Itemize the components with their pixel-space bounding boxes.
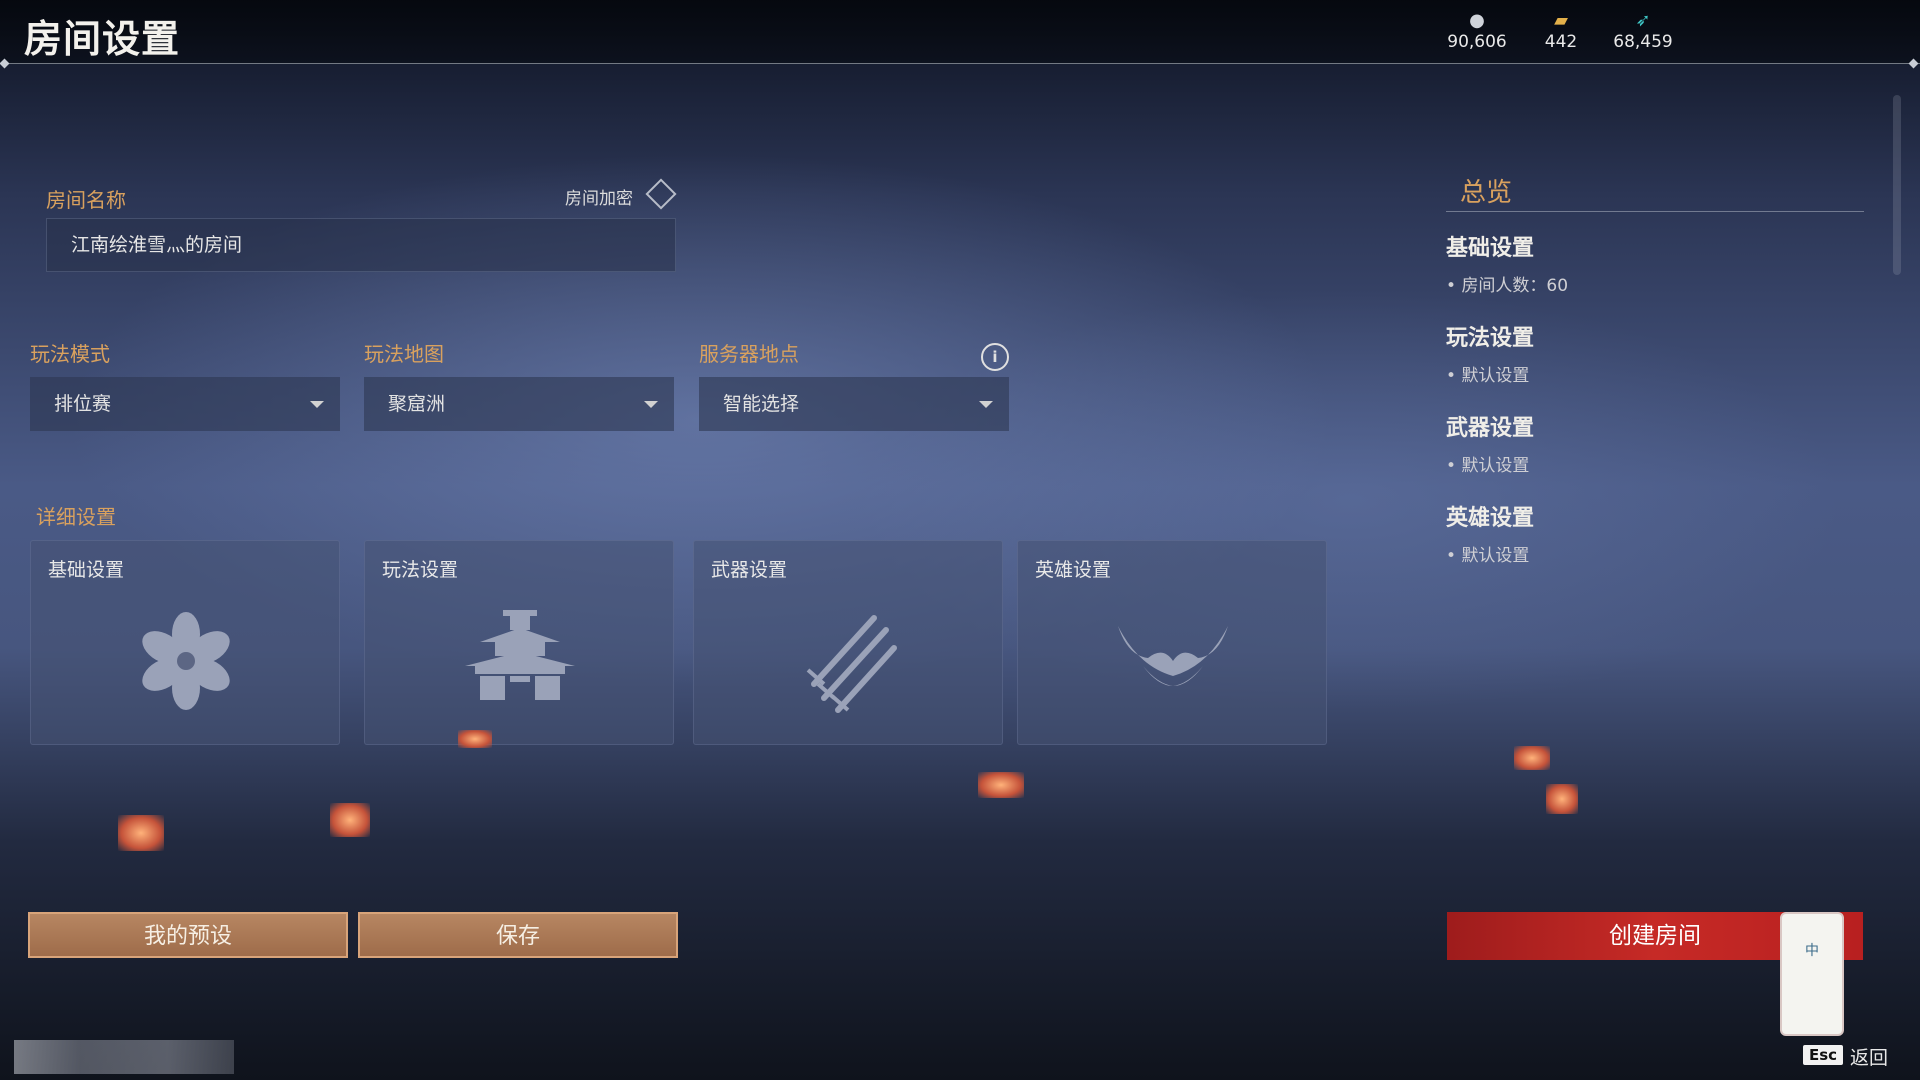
overview-detail-text: 默认设置 (1461, 366, 1530, 386)
currency-coins: ● 90,606 (1432, 10, 1522, 52)
lantern-light (1514, 746, 1550, 770)
lantern-light (978, 772, 1024, 798)
overview-detail-text: 房间人数：60 (1461, 276, 1569, 296)
my-presets-button[interactable]: 我的预设 (28, 912, 348, 958)
esc-key-hint: Esc (1803, 1045, 1844, 1065)
chevron-down-icon (310, 401, 324, 408)
chevron-down-icon (644, 401, 658, 408)
map-dropdown[interactable]: 聚窟洲 (364, 377, 674, 431)
room-encrypt-toggle[interactable] (645, 178, 677, 210)
mode-dropdown[interactable]: 排位赛 (30, 377, 340, 431)
pagoda-icon (465, 610, 575, 700)
overview-gameplay-heading: 玩法设置 (1446, 326, 1535, 351)
room-name-label: 房间名称 (46, 188, 126, 212)
lantern-light (330, 803, 370, 837)
overview-divider (1446, 211, 1864, 212)
currency-value: 68,459 (1613, 32, 1673, 52)
server-dropdown[interactable]: 智能选择 (699, 377, 1009, 431)
map-value: 聚窟洲 (388, 393, 446, 415)
back-button[interactable]: 返回 (1850, 1043, 1888, 1070)
coin-icon: ● (1469, 10, 1485, 31)
overview-weapon-heading: 武器设置 (1446, 416, 1535, 441)
mask-icon (1118, 626, 1228, 686)
currency-tickets: ▰ 442 (1516, 10, 1606, 52)
overview-title: 总览 (1460, 178, 1513, 208)
mascot-charm: 中 (1780, 912, 1844, 1036)
card-title: 武器设置 (711, 559, 788, 581)
card-hero-settings[interactable]: 英雄设置 (1017, 540, 1327, 745)
server-value: 智能选择 (723, 393, 800, 415)
detail-settings-label: 详细设置 (36, 505, 116, 529)
card-title: 英雄设置 (1035, 559, 1112, 581)
chevron-down-icon (979, 401, 993, 408)
overview-basic-heading: 基础设置 (1446, 236, 1535, 261)
map-label: 玩法地图 (364, 342, 444, 366)
overview-hero-heading: 英雄设置 (1446, 506, 1535, 531)
overview-basic-detail: • 房间人数：60 (1446, 276, 1569, 296)
lantern-light (1546, 784, 1578, 814)
top-divider (0, 63, 1920, 64)
scrollbar[interactable] (1893, 95, 1901, 275)
room-encrypt-label: 房间加密 (565, 189, 633, 209)
card-gameplay-settings[interactable]: 玩法设置 (364, 540, 674, 745)
overview-weapon-detail: • 默认设置 (1446, 456, 1530, 476)
card-title: 基础设置 (48, 559, 125, 581)
mode-label: 玩法模式 (30, 342, 110, 366)
swords-icon (806, 615, 897, 713)
currency-value: 442 (1544, 32, 1578, 52)
info-icon[interactable]: i (981, 343, 1009, 371)
save-button[interactable]: 保存 (358, 912, 678, 958)
room-name-input[interactable]: 江南绘淮雪灬的房间 (46, 218, 676, 272)
lantern-light (118, 815, 164, 851)
overview-detail-text: 默认设置 (1461, 456, 1530, 476)
ticket-icon: ▰ (1554, 10, 1568, 31)
mode-value: 排位赛 (54, 393, 112, 415)
card-weapon-settings[interactable]: 武器设置 (693, 540, 1003, 745)
mascot-text: 中 (1805, 943, 1819, 959)
overview-hero-detail: • 默认设置 (1446, 546, 1530, 566)
card-basic-settings[interactable]: 基础设置 (30, 540, 340, 745)
card-title: 玩法设置 (382, 559, 459, 581)
flower-icon (142, 612, 230, 710)
overview-detail-text: 默认设置 (1461, 546, 1530, 566)
lantern-light (458, 730, 492, 748)
currency-feathers: ➶ 68,459 (1598, 10, 1688, 52)
overview-gameplay-detail: • 默认设置 (1446, 366, 1530, 386)
server-label: 服务器地点 (699, 342, 799, 366)
page-title: 房间设置 (24, 17, 181, 61)
feather-icon: ➶ (1635, 10, 1651, 31)
currency-value: 90,606 (1447, 32, 1507, 52)
redacted-id-bar (14, 1040, 234, 1074)
